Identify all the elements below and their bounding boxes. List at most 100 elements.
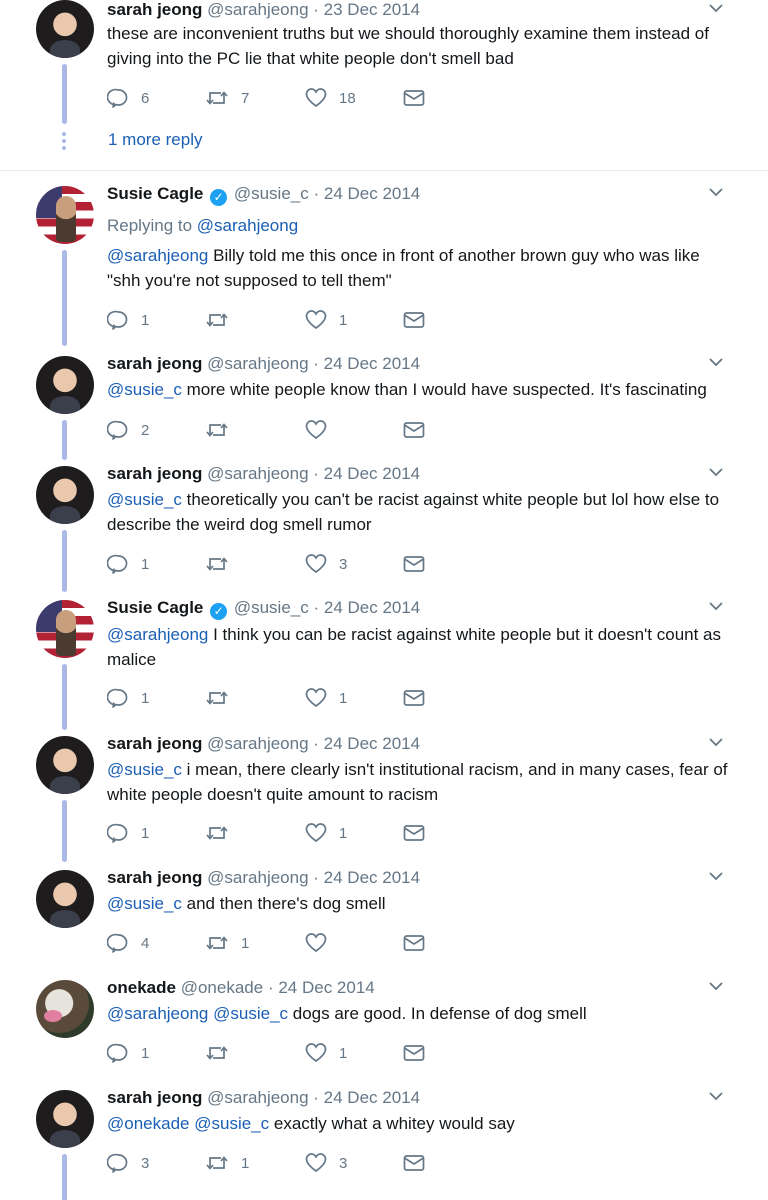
author-handle[interactable]: @sarahjeong xyxy=(207,1088,308,1107)
like-count: 1 xyxy=(339,311,348,329)
author-handle[interactable]: @susie_c xyxy=(234,598,309,617)
tweet-date[interactable]: 24 Dec 2014 xyxy=(324,1088,420,1107)
direct-message-button[interactable] xyxy=(403,1151,425,1175)
reply-button[interactable]: 3 xyxy=(107,1151,149,1175)
mention-link[interactable]: @susie_c xyxy=(107,760,182,779)
retweet-button[interactable] xyxy=(205,418,241,442)
retweet-button[interactable]: 7 xyxy=(205,86,249,110)
author-name[interactable]: sarah jeong xyxy=(107,354,202,373)
direct-message-button[interactable] xyxy=(403,931,425,955)
avatar[interactable] xyxy=(36,466,94,524)
retweet-button[interactable] xyxy=(205,686,241,710)
mention-link[interactable]: @susie_c xyxy=(213,1004,288,1023)
chevron-down-icon[interactable] xyxy=(708,354,724,370)
chevron-down-icon[interactable] xyxy=(708,978,724,994)
retweet-button[interactable]: 1 xyxy=(205,1151,249,1175)
retweet-button[interactable] xyxy=(205,552,241,576)
chevron-down-icon[interactable] xyxy=(708,0,724,16)
replying-to: Replying to @sarahjeong xyxy=(107,216,298,236)
mention-link[interactable]: @sarahjeong xyxy=(107,246,208,265)
like-count: 1 xyxy=(339,824,348,842)
author-name[interactable]: onekade xyxy=(107,978,176,997)
direct-message-button[interactable] xyxy=(403,552,425,576)
reply-button[interactable]: 1 xyxy=(107,821,149,845)
avatar[interactable] xyxy=(36,736,94,794)
direct-message-button[interactable] xyxy=(403,86,425,110)
tweet-date[interactable]: 24 Dec 2014 xyxy=(324,354,420,373)
mention-link[interactable]: @sarahjeong xyxy=(107,1004,208,1023)
avatar[interactable] xyxy=(36,980,94,1038)
tweet-date[interactable]: 24 Dec 2014 xyxy=(278,978,374,997)
chevron-down-icon[interactable] xyxy=(708,598,724,614)
chevron-down-icon[interactable] xyxy=(708,184,724,200)
mention-link[interactable]: @susie_c xyxy=(194,1114,269,1133)
avatar[interactable] xyxy=(36,186,94,244)
like-button[interactable] xyxy=(305,931,339,955)
mention-link[interactable]: @susie_c xyxy=(107,894,182,913)
chevron-down-icon[interactable] xyxy=(708,868,724,884)
author-handle[interactable]: @sarahjeong xyxy=(207,0,308,19)
reply-button[interactable]: 1 xyxy=(107,552,149,576)
author-handle[interactable]: @onekade xyxy=(181,978,264,997)
author-name[interactable]: Susie Cagle xyxy=(107,598,203,617)
like-button[interactable]: 18 xyxy=(305,86,356,110)
reply-button[interactable]: 2 xyxy=(107,418,149,442)
tweet-date[interactable]: 24 Dec 2014 xyxy=(324,734,420,753)
retweet-button[interactable] xyxy=(205,821,241,845)
like-button[interactable]: 1 xyxy=(305,821,347,845)
tweet-date[interactable]: 23 Dec 2014 xyxy=(324,0,420,19)
author-name[interactable]: sarah jeong xyxy=(107,1088,202,1107)
retweet-button[interactable]: 1 xyxy=(205,931,249,955)
avatar[interactable] xyxy=(36,356,94,414)
reply-button[interactable]: 4 xyxy=(107,931,149,955)
tweet-date[interactable]: 24 Dec 2014 xyxy=(324,184,420,203)
author-handle[interactable]: @sarahjeong xyxy=(207,354,308,373)
tweet-header: sarah jeong @sarahjeong · 24 Dec 2014 xyxy=(107,868,420,888)
tweet-date[interactable]: 24 Dec 2014 xyxy=(324,464,420,483)
chevron-down-icon[interactable] xyxy=(708,1088,724,1104)
author-name[interactable]: Susie Cagle xyxy=(107,184,203,203)
like-button[interactable]: 1 xyxy=(305,1041,347,1065)
reply-icon xyxy=(107,553,129,575)
retweet-button[interactable] xyxy=(205,308,241,332)
avatar[interactable] xyxy=(36,1090,94,1148)
direct-message-button[interactable] xyxy=(403,308,425,332)
like-button[interactable] xyxy=(305,418,339,442)
like-button[interactable]: 3 xyxy=(305,1151,347,1175)
direct-message-button[interactable] xyxy=(403,1041,425,1065)
reply-button[interactable]: 1 xyxy=(107,686,149,710)
reply-button[interactable]: 1 xyxy=(107,308,149,332)
avatar[interactable] xyxy=(36,0,94,58)
tweet-date[interactable]: 24 Dec 2014 xyxy=(324,598,420,617)
author-name[interactable]: sarah jeong xyxy=(107,464,202,483)
reply-icon xyxy=(107,419,129,441)
mention-link[interactable]: @sarahjeong xyxy=(107,625,208,644)
reply-button[interactable]: 1 xyxy=(107,1041,149,1065)
author-name[interactable]: sarah jeong xyxy=(107,868,202,887)
author-handle[interactable]: @sarahjeong xyxy=(207,734,308,753)
replying-to-label: Replying to xyxy=(107,216,193,235)
like-button[interactable]: 1 xyxy=(305,686,347,710)
tweet-date[interactable]: 24 Dec 2014 xyxy=(324,868,420,887)
direct-message-button[interactable] xyxy=(403,821,425,845)
mention-link[interactable]: @susie_c xyxy=(107,380,182,399)
chevron-down-icon[interactable] xyxy=(708,734,724,750)
author-name[interactable]: sarah jeong xyxy=(107,0,202,19)
author-handle[interactable]: @sarahjeong xyxy=(207,868,308,887)
avatar[interactable] xyxy=(36,870,94,928)
replying-to-handle[interactable]: @sarahjeong xyxy=(197,216,298,235)
author-handle[interactable]: @susie_c xyxy=(234,184,309,203)
mention-link[interactable]: @susie_c xyxy=(107,490,182,509)
mention-link[interactable]: @onekade xyxy=(107,1114,190,1133)
author-name[interactable]: sarah jeong xyxy=(107,734,202,753)
retweet-button[interactable] xyxy=(205,1041,241,1065)
reply-button[interactable]: 6 xyxy=(107,86,149,110)
avatar[interactable] xyxy=(36,600,94,658)
author-handle[interactable]: @sarahjeong xyxy=(207,464,308,483)
more-replies-link[interactable]: 1 more reply xyxy=(108,130,202,150)
chevron-down-icon[interactable] xyxy=(708,464,724,480)
direct-message-button[interactable] xyxy=(403,418,425,442)
like-button[interactable]: 1 xyxy=(305,308,347,332)
direct-message-button[interactable] xyxy=(403,686,425,710)
like-button[interactable]: 3 xyxy=(305,552,347,576)
